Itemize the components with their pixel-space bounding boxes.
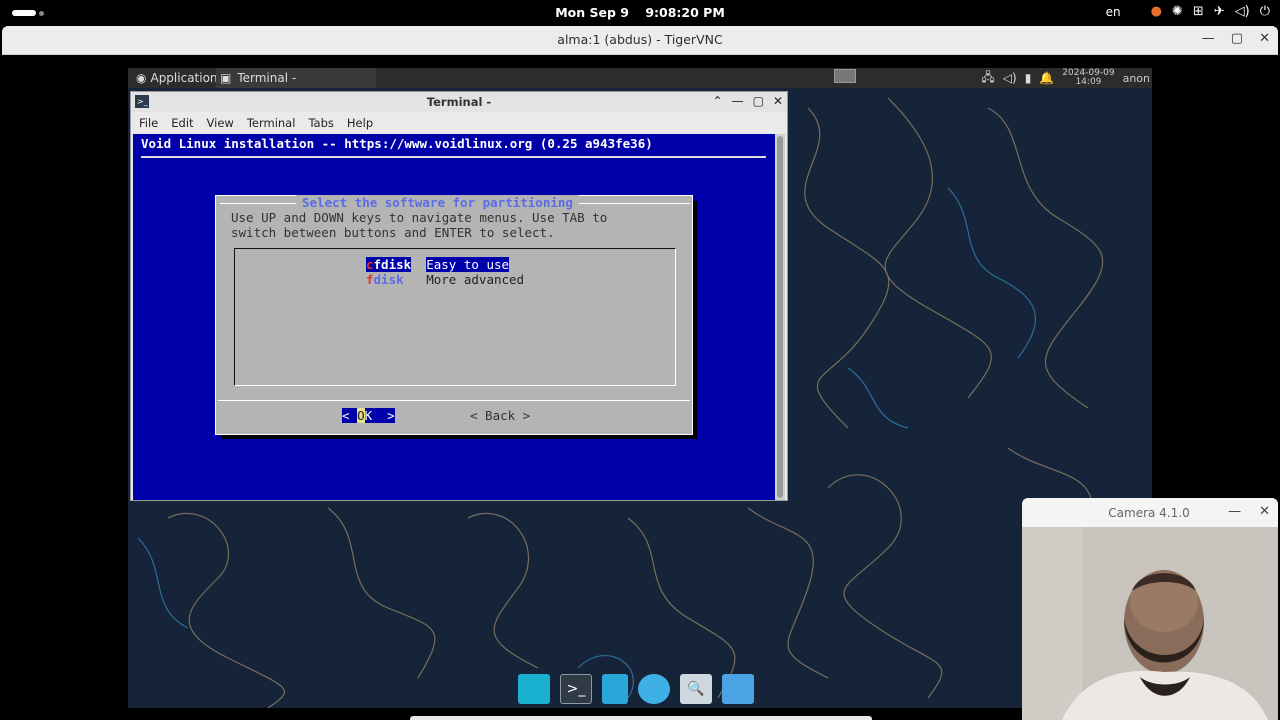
option-description: More advanced xyxy=(426,272,525,287)
clock-time: 9:08:20 PM xyxy=(645,5,725,20)
terminal-window[interactable]: >_ Terminal - ⌃ — ▢ ✕ File Edit View Ter… xyxy=(130,91,788,501)
bottom-dock-edge xyxy=(410,716,872,720)
menu-terminal[interactable]: Terminal xyxy=(247,116,296,130)
menu-file[interactable]: File xyxy=(139,116,158,130)
shade-icon[interactable]: ⌃ xyxy=(713,94,723,108)
menu-tabs[interactable]: Tabs xyxy=(308,116,333,130)
option-hotkey: c xyxy=(366,257,374,272)
vnc-window-title: alma:1 (abdus) - TigerVNC xyxy=(557,32,723,47)
terminal-scrollbar[interactable] xyxy=(775,134,785,500)
xfce-tray: 🖧 ◁) ▮ 🔔 2024-09-09 14:09 anon xyxy=(981,68,1152,88)
close-icon[interactable]: ✕ xyxy=(1259,504,1270,519)
partition-dialog: Select the software for partitioning Use… xyxy=(215,195,693,435)
dialog-instructions: Use UP and DOWN keys to navigate menus. … xyxy=(231,210,607,240)
file-manager-icon[interactable] xyxy=(602,674,628,704)
instructions-line: switch between buttons and ENTER to sele… xyxy=(231,225,555,240)
option-fdisk[interactable]: fdisk More advanced xyxy=(366,272,524,287)
taskbar-terminal[interactable]: ▣ Terminal - xyxy=(216,68,376,88)
terminal-icon[interactable]: >_ xyxy=(560,674,592,704)
web-browser-icon[interactable] xyxy=(638,674,670,704)
taskbar-terminal-label: Terminal - xyxy=(237,71,297,85)
accessibility-icon[interactable]: ⊞ xyxy=(1193,4,1204,19)
option-tag-rest: disk xyxy=(373,272,412,287)
option-tag-rest: fdisk xyxy=(373,257,412,272)
close-icon[interactable]: ✕ xyxy=(773,94,783,108)
terminal-title: Terminal - xyxy=(426,95,492,109)
webcam-person-image xyxy=(1022,527,1278,720)
screen: Mon Sep 9 9:08:20 PM en ● ✺ ⊞ ✈ ◁) ⏻ alm… xyxy=(0,0,1280,720)
xfce-clock[interactable]: 2024-09-09 14:09 xyxy=(1062,69,1114,87)
terminal-screen[interactable]: Void Linux installation -- https://www.v… xyxy=(133,134,775,500)
clock[interactable]: Mon Sep 9 9:08:20 PM xyxy=(0,5,1280,20)
network-icon[interactable]: 🖧 xyxy=(981,68,994,89)
dock: >_ 🔍 xyxy=(518,672,754,706)
language-indicator[interactable]: en xyxy=(1106,5,1121,19)
maximize-icon[interactable]: ▢ xyxy=(1231,31,1243,46)
user-menu[interactable]: anon xyxy=(1123,72,1150,85)
menu-help[interactable]: Help xyxy=(347,116,373,130)
camera-window[interactable]: Camera 4.1.0 — ✕ xyxy=(1022,498,1278,720)
options-list: cfdisk Easy to use fdisk More advanced xyxy=(234,248,676,386)
option-cfdisk[interactable]: cfdisk Easy to use xyxy=(366,257,510,272)
menu-edit[interactable]: Edit xyxy=(171,116,193,130)
maximize-icon[interactable]: ▢ xyxy=(753,94,764,108)
instructions-line: Use UP and DOWN keys to navigate menus. … xyxy=(231,210,608,225)
vnc-window-titlebar[interactable]: alma:1 (abdus) - TigerVNC — ▢ ✕ xyxy=(2,26,1278,55)
clock-date: Mon Sep 9 xyxy=(555,5,629,20)
volume-icon[interactable]: ◁) xyxy=(1235,4,1250,19)
microphone-icon[interactable]: ● xyxy=(1151,4,1162,19)
volume-icon[interactable]: ◁) xyxy=(1003,71,1017,85)
terminal-menubar: File Edit View Terminal Tabs Help xyxy=(131,112,787,134)
menu-view[interactable]: View xyxy=(207,116,234,130)
terminal-icon: ▣ xyxy=(220,71,232,85)
header-rule xyxy=(141,156,766,158)
ok-hotkey: O xyxy=(357,408,365,423)
minimize-icon[interactable]: — xyxy=(1202,31,1215,46)
remote-desktop[interactable]: ◉ Applications ▣ Terminal - 🖧 ◁) ▮ 🔔 202… xyxy=(128,68,1152,708)
minimize-icon[interactable]: — xyxy=(732,94,744,108)
back-button[interactable]: < Back > xyxy=(470,408,530,423)
option-tag: cfdisk xyxy=(366,257,412,272)
dialog-title: Select the software for partitioning xyxy=(296,195,579,210)
minimize-icon[interactable]: — xyxy=(1228,504,1241,519)
applications-menu[interactable]: ◉ Applications xyxy=(130,68,230,88)
app-finder-icon[interactable]: 🔍 xyxy=(680,674,712,704)
option-description: Easy to use xyxy=(426,257,510,272)
dialog-shadow xyxy=(221,435,697,439)
brightness-icon[interactable]: ✺ xyxy=(1172,4,1183,19)
installer-header: Void Linux installation -- https://www.v… xyxy=(141,136,653,151)
xfce-logo-icon: ◉ xyxy=(136,71,147,85)
battery-icon[interactable]: ▮ xyxy=(1025,71,1032,85)
close-icon[interactable]: ✕ xyxy=(1259,31,1270,46)
workspace-switcher[interactable] xyxy=(834,69,856,83)
scrollbar-thumb[interactable] xyxy=(777,136,783,498)
show-desktop-icon[interactable] xyxy=(518,674,550,704)
ok-left: < xyxy=(342,408,358,423)
power-icon[interactable]: ⏻ xyxy=(1260,4,1270,19)
terminal-titlebar[interactable]: >_ Terminal - ⌃ — ▢ ✕ xyxy=(131,92,787,112)
dialog-shadow xyxy=(693,201,697,439)
ok-button[interactable]: < OK > xyxy=(342,408,395,423)
camera-preview xyxy=(1022,527,1278,720)
gnome-top-bar: Mon Sep 9 9:08:20 PM en ● ✺ ⊞ ✈ ◁) ⏻ xyxy=(0,0,1280,26)
airplane-icon[interactable]: ✈ xyxy=(1214,4,1225,19)
ok-right: K > xyxy=(364,408,395,423)
option-tag: fdisk xyxy=(366,272,411,287)
xfce-panel: ◉ Applications ▣ Terminal - 🖧 ◁) ▮ 🔔 202… xyxy=(128,68,1152,88)
folder-icon[interactable] xyxy=(722,674,754,704)
xfce-clock-time: 14:09 xyxy=(1075,77,1102,87)
dialog-separator xyxy=(218,400,690,401)
notification-bell-icon[interactable]: 🔔 xyxy=(1039,71,1054,85)
applications-label: Applications xyxy=(150,71,224,85)
option-hotkey: f xyxy=(366,272,374,287)
system-tray: en ● ✺ ⊞ ✈ ◁) ⏻ xyxy=(1106,4,1270,19)
